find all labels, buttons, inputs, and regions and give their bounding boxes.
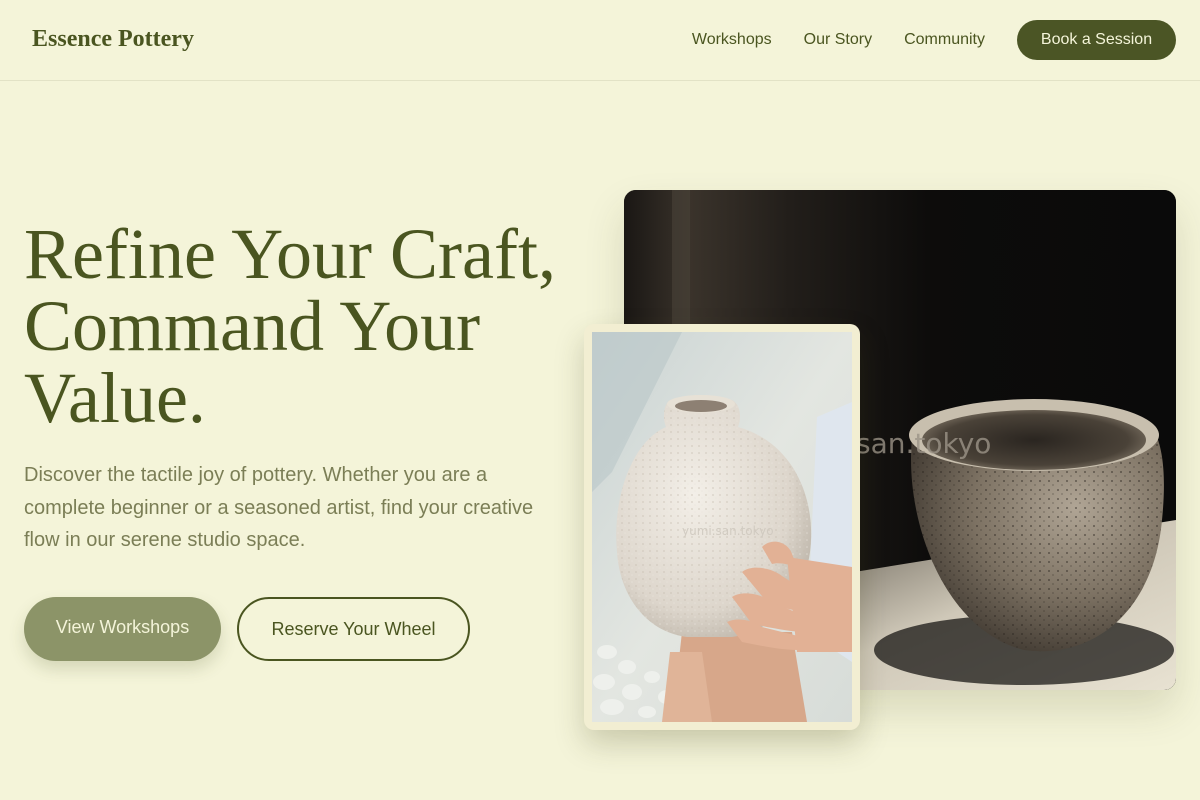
brand-logo[interactable]: Essence Pottery (32, 26, 194, 53)
hero-title-line-2: Command Your (24, 286, 481, 366)
vase-illustration: yumi.san.tokyo (592, 332, 852, 722)
view-workshops-button[interactable]: View Workshops (24, 597, 221, 661)
main-nav: Workshops Our Story Community Book a Ses… (692, 20, 1176, 60)
hero-title: Refine Your Craft, Command Your Value. (24, 218, 584, 434)
site-header: Essence Pottery Workshops Our Story Comm… (0, 0, 1200, 81)
large-watermark: san.tokyo (856, 427, 991, 460)
hero-description: Discover the tactile joy of pottery. Whe… (24, 464, 534, 551)
nav-link-community[interactable]: Community (904, 31, 985, 49)
hero-title-line-3: Value. (24, 358, 206, 438)
book-session-button[interactable]: Book a Session (1017, 20, 1176, 60)
nav-link-our-story[interactable]: Our Story (804, 31, 872, 49)
small-photo-frame: yumi.san.tokyo (584, 324, 860, 730)
small-pottery-photo: yumi.san.tokyo (592, 332, 852, 722)
hero-title-line-1: Refine Your Craft, (24, 214, 556, 294)
reserve-wheel-button[interactable]: Reserve Your Wheel (237, 597, 470, 661)
small-watermark: yumi.san.tokyo (682, 524, 774, 538)
nav-link-workshops[interactable]: Workshops (692, 31, 772, 49)
